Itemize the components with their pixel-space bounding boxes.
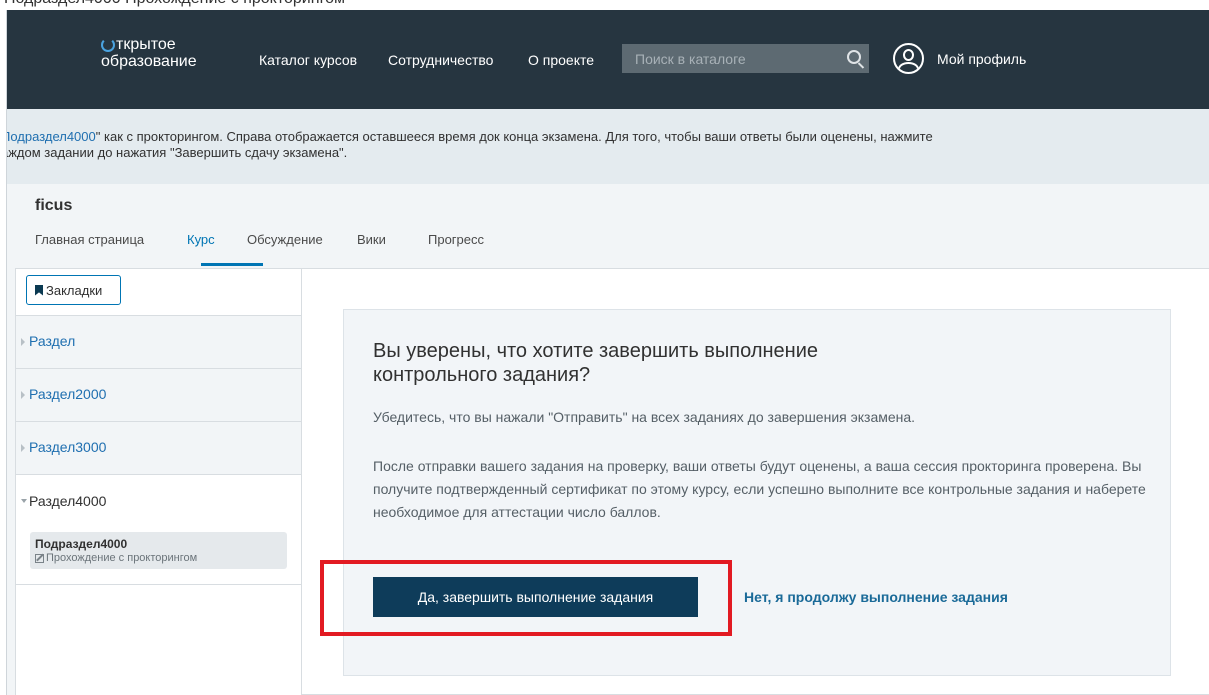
profile-icon[interactable] xyxy=(893,43,924,74)
dialog-title: Вы уверены, что хотите завершить выполне… xyxy=(373,340,818,386)
nav-cooperation[interactable]: Сотрудничество xyxy=(388,52,493,68)
nav-about[interactable]: О проекте xyxy=(528,52,594,68)
section-label: Раздел4000 xyxy=(29,493,107,509)
search-box xyxy=(622,44,869,73)
section-label: Раздел xyxy=(29,333,76,349)
continue-exam-link[interactable]: Нет, я продолжу выполнение задания xyxy=(744,589,1008,605)
bookmarks-button[interactable]: Закладки xyxy=(26,275,121,305)
chevron-right-icon xyxy=(21,444,25,452)
tab-course[interactable]: Курс xyxy=(187,232,215,247)
profile-link[interactable]: Мой профиль xyxy=(937,51,1026,67)
confirm-finish-button[interactable]: Да, завершить выполнение задания xyxy=(373,577,698,617)
sidebar-section-3[interactable]: Раздел3000 xyxy=(16,421,301,474)
edit-icon xyxy=(35,553,44,563)
search-input[interactable] xyxy=(622,50,832,67)
dialog-paragraph-2: После отправки вашего задания на проверк… xyxy=(373,458,1146,520)
subsection-subtitle: Прохождение с прокторингом xyxy=(46,552,198,564)
notice-line1: " как с прокторингом. Справа отображаетс… xyxy=(95,129,933,144)
site-header: ткрытое образование Каталог курсов Сотру… xyxy=(7,10,1209,109)
notice-line2: аждом задании до нажатия "Завершить сдач… xyxy=(6,145,348,160)
bookmarks-label: Закладки xyxy=(46,282,103,298)
cropped-text: Подраздел4000 Прохождение с прокторингом xyxy=(4,0,345,8)
notice-link[interactable]: Подраздел4000 xyxy=(7,129,96,144)
sidebar-section-4-expanded[interactable]: Раздел4000 Подраздел4000 Прохождение с п… xyxy=(16,474,301,585)
sidebar-section-1[interactable]: Раздел xyxy=(16,315,301,368)
site-logo[interactable]: ткрытое образование xyxy=(101,36,197,70)
tab-wiki[interactable]: Вики xyxy=(357,232,386,247)
chevron-down-icon xyxy=(21,499,27,503)
confirm-exam-dialog: Вы уверены, что хотите завершить выполне… xyxy=(343,309,1171,676)
tab-discussion[interactable]: Обсуждение xyxy=(247,232,323,247)
tab-progress[interactable]: Прогресс xyxy=(428,232,484,247)
logo-line1: ткрытое xyxy=(116,36,176,53)
logo-o-icon xyxy=(101,38,115,52)
section-label: Раздел3000 xyxy=(29,439,107,455)
section-label: Раздел2000 xyxy=(29,386,107,402)
proctoring-notice: Подраздел4000" как с прокторингом. Справ… xyxy=(7,109,1209,184)
course-outline-sidebar: Закладки Раздел Раздел2000 Раздел3000 Ра… xyxy=(16,269,302,695)
course-title: ficus xyxy=(35,197,73,214)
subsection-title: Подраздел4000 xyxy=(35,537,128,551)
tab-home[interactable]: Главная страница xyxy=(35,232,144,247)
top-cropped-strip: Подраздел4000 Прохождение с прокторингом xyxy=(0,0,1209,10)
logo-line2: образование xyxy=(101,53,197,70)
chevron-right-icon xyxy=(21,391,25,399)
bookmark-icon xyxy=(35,284,43,296)
dialog-paragraph-1: Убедитесь, что вы нажали "Отправить" на … xyxy=(373,409,916,425)
browser-frame: ткрытое образование Каталог курсов Сотру… xyxy=(6,10,1209,695)
chevron-right-icon xyxy=(21,338,25,346)
sidebar-section-2[interactable]: Раздел2000 xyxy=(16,368,301,421)
active-tab-underline xyxy=(201,263,263,266)
subsection-item[interactable]: Подраздел4000 Прохождение с прокторингом xyxy=(30,532,287,569)
search-icon[interactable] xyxy=(847,50,861,64)
nav-catalog[interactable]: Каталог курсов xyxy=(259,52,357,68)
